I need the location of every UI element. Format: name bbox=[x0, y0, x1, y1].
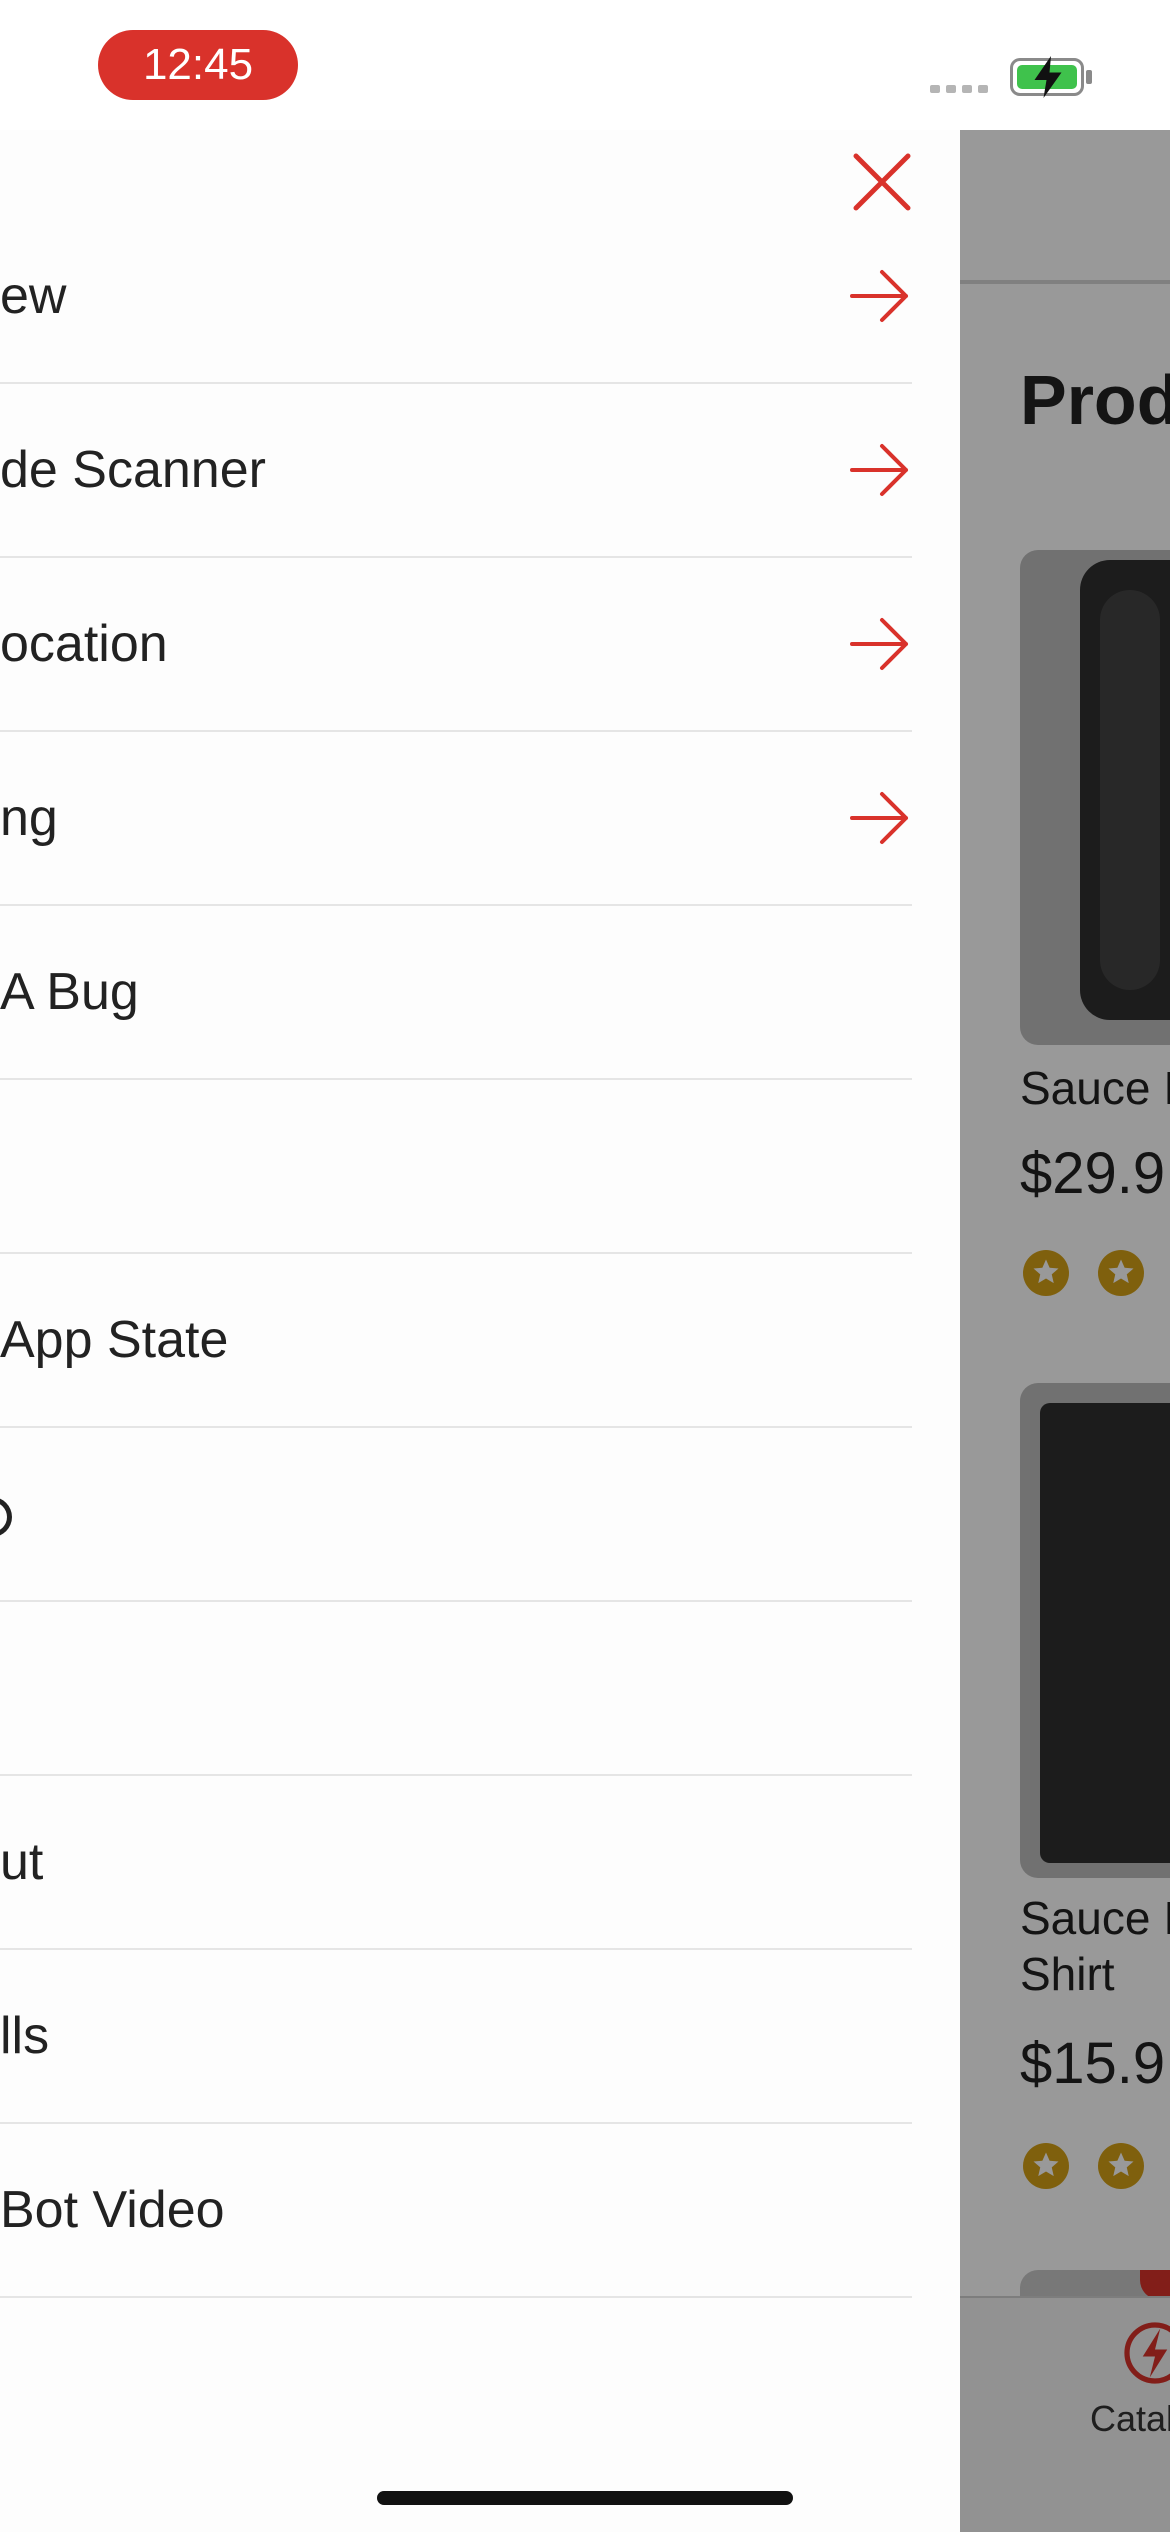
arrow-right-icon bbox=[850, 270, 908, 322]
menu-item-qr-code-scanner[interactable]: de Scanner bbox=[0, 384, 912, 558]
battery-cap bbox=[1086, 70, 1092, 84]
status-bar: 12:45 bbox=[0, 0, 1170, 130]
close-icon[interactable] bbox=[850, 150, 914, 214]
menu-item-log-out[interactable]: ut bbox=[0, 1776, 912, 1950]
menu-item-log-in[interactable] bbox=[0, 1602, 912, 1776]
menu-item-geo-location[interactable]: ocation bbox=[0, 558, 912, 732]
status-time: 12:45 bbox=[98, 30, 298, 100]
menu-item-label: ocation bbox=[0, 615, 168, 673]
menu-item-sauce-bot-video[interactable]: Bot Video bbox=[0, 2124, 912, 2298]
menu-item-reset-app-state[interactable]: App State bbox=[0, 1254, 912, 1428]
signal-icon bbox=[930, 85, 990, 93]
menu-item-label bbox=[0, 1484, 12, 1544]
dim-overlay[interactable] bbox=[960, 130, 1170, 2532]
menu-item-label: lls bbox=[0, 2007, 50, 2065]
menu-item-fingerprint[interactable] bbox=[0, 1428, 912, 1602]
charging-icon bbox=[1034, 56, 1062, 98]
background-catalog-screen: Prod Sauce I $29.9 Sauce I Shirt $15.9 C… bbox=[960, 130, 1170, 2532]
menu-item-label: ew bbox=[0, 267, 67, 325]
arrow-right-icon bbox=[850, 618, 908, 670]
cut-letter-glyph bbox=[0, 1497, 12, 1538]
menu-item-drawing[interactable]: ng bbox=[0, 732, 912, 906]
menu-item-webview[interactable]: ew bbox=[0, 210, 912, 384]
menu-item-label: ut bbox=[0, 1833, 44, 1891]
arrow-right-icon bbox=[850, 444, 908, 496]
menu-item-label: App State bbox=[0, 1311, 229, 1369]
menu-item-api-calls[interactable]: lls bbox=[0, 1950, 912, 2124]
menu-item-label: de Scanner bbox=[0, 441, 266, 499]
menu-item-label: A Bug bbox=[0, 963, 139, 1021]
menu-item-label: ng bbox=[0, 789, 58, 847]
menu-item-about[interactable] bbox=[0, 1080, 912, 1254]
menu-item-label: Bot Video bbox=[0, 2181, 225, 2239]
arrow-right-icon bbox=[850, 792, 908, 844]
side-menu-drawer: ew de Scanner ocation ng A Bug App State… bbox=[0, 130, 960, 2532]
menu-item-report-a-bug[interactable]: A Bug bbox=[0, 906, 912, 1080]
home-indicator[interactable] bbox=[377, 2491, 793, 2505]
